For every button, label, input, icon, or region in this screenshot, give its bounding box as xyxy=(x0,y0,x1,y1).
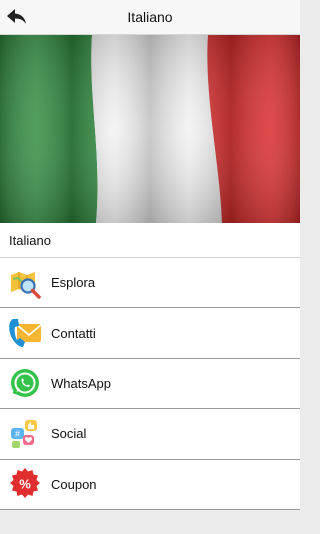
menu-item-coupon[interactable]: % Coupon xyxy=(0,460,300,510)
top-bar: Italiano xyxy=(0,0,300,35)
menu-item-contatti[interactable]: Contatti xyxy=(0,308,300,359)
menu-list: Esplora Contatti WhatsApp # Social % Cou… xyxy=(0,258,300,510)
menu-item-whatsapp[interactable]: WhatsApp xyxy=(0,358,300,410)
menu-label-contatti: Contatti xyxy=(51,325,96,341)
menu-label-coupon: Coupon xyxy=(51,476,97,492)
section-header: Italiano xyxy=(0,223,300,258)
coupon-icon: % xyxy=(0,459,50,509)
svg-text:#: # xyxy=(15,429,20,439)
footer-area xyxy=(0,511,300,534)
whatsapp-icon xyxy=(0,358,50,408)
menu-label-social: Social xyxy=(51,426,87,442)
explore-map-icon xyxy=(0,258,50,308)
menu-item-esplora[interactable]: Esplora xyxy=(0,258,300,309)
section-label: Italiano xyxy=(9,233,51,248)
menu-label-esplora: Esplora xyxy=(51,275,96,291)
flag-banner xyxy=(0,35,300,223)
menu-label-whatsapp: WhatsApp xyxy=(51,375,111,391)
page-title: Italiano xyxy=(127,9,173,25)
social-icon: # xyxy=(0,409,50,459)
menu-item-social[interactable]: # Social xyxy=(0,409,300,460)
contacts-icon xyxy=(0,308,50,358)
svg-text:%: % xyxy=(19,477,31,492)
